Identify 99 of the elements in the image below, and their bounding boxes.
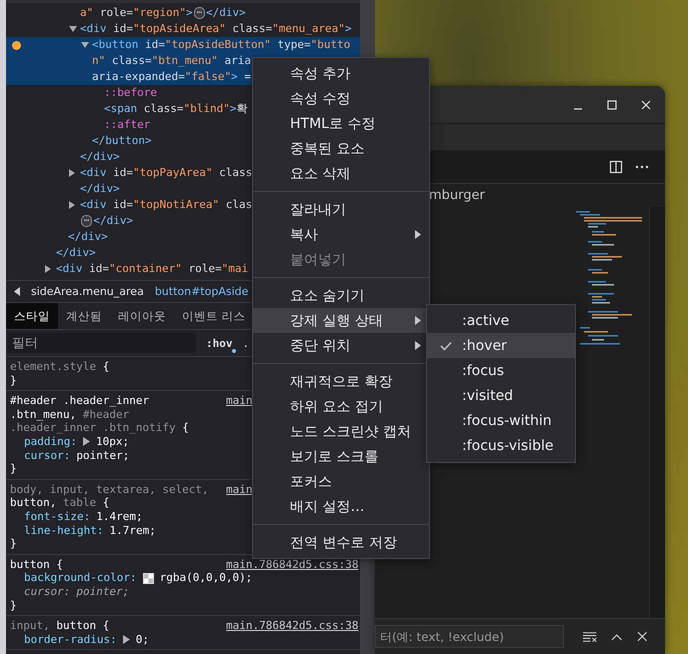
panel-tab[interactable]: 스타일 [6,303,58,329]
css-selector: body, input, textarea, select, [10,482,209,496]
close-icon[interactable] [636,631,647,642]
menu-item[interactable]: 재귀적으로 확장 [253,369,429,394]
menu-item[interactable]: 중단 위치 [253,333,429,358]
property-name: cursor: [24,584,70,598]
css-selector: button, table { [10,496,110,510]
property-value: 10px; [96,434,130,449]
panel-tab[interactable]: 이벤트 리스 [174,303,254,329]
menu-item[interactable]: 노드 스크린샷 캡처 [253,419,429,444]
property-name: line-height: [24,524,104,538]
property-value: 1.7rem; [109,524,156,538]
close-icon[interactable] [640,98,652,110]
tree-row[interactable]: <div id="topAsideArea" class="menu_area"> [6,21,360,37]
menu-item[interactable]: :visited [427,383,575,408]
css-selector: .header_inner .btn_notify { [10,421,189,435]
closing-brace: } [10,537,17,551]
code-line: <div id="container" role="mai [56,261,248,277]
breadcrumb-item[interactable]: sideArea.menu_area [31,285,144,298]
caret-right-icon[interactable] [69,201,75,209]
code-line: n" class="btn_menu" aria [92,53,251,69]
menu-item[interactable]: 보기로 스크롤 [253,444,429,469]
ellipsis-badge[interactable]: ⋯ [81,215,92,227]
code-line: <span class="blind">확 [104,101,248,117]
caret-left-icon[interactable] [14,287,20,296]
css-selector: input, button { [10,619,110,633]
menu-item[interactable]: :focus-within [427,408,575,433]
code-line: </div> [80,181,120,197]
property-value: pointer; [76,584,130,598]
property-value: 1.4rem; [96,510,143,524]
tree-row[interactable]: <button id="topAsideButton" type="butto [6,37,360,53]
code-line: aria-expanded="false"> = [92,69,251,85]
source-link[interactable]: main.786842d5.css:38 [226,558,360,572]
menu-item[interactable]: :focus [427,358,575,383]
submenu-arrow-icon [415,316,421,325]
panel-tab[interactable]: 계산됨 [58,303,110,329]
menu-item[interactable]: 복사 [253,222,429,247]
property-value: pointer; [76,448,130,462]
find-field[interactable]: 터(예: text, !exclude) [375,625,564,648]
menu-item[interactable]: :hover [427,333,575,358]
code-line: a" role="region"> [80,5,193,21]
menu-item[interactable]: 포커스 [253,469,429,494]
code-line: </div> [93,213,134,229]
more-icon[interactable] [635,164,649,168]
menu-item[interactable]: 중복된 요소 [253,136,429,161]
menu-item[interactable]: :active [427,308,575,333]
marker-dot [12,40,20,50]
hover-toggle[interactable]: :hov [206,336,232,350]
ellipsis-badge[interactable]: ⋯ [194,7,206,19]
caret-right-icon[interactable] [122,634,130,644]
css-selector: element.style { [10,360,110,374]
clear-filter-icon[interactable] [582,630,598,642]
closing-brace: } [10,374,17,388]
caret-right-icon[interactable] [69,169,75,177]
caret-right-icon[interactable] [45,265,51,273]
property-name: background-color: [24,571,137,585]
menu-item[interactable]: HTML로 수정 [253,111,429,136]
property-value: 0; [136,632,149,646]
breadcrumb-item[interactable]: button#topAside [154,285,248,298]
property-name: border-radius: [24,632,117,646]
css-selector: #header .header_inner [10,394,150,408]
code-line: <button id="topAsideButton" type="butto [92,37,350,53]
closing-brace: } [10,462,17,476]
code-line: </div> [206,5,246,21]
code-line: <div id="topAsideArea" class="menu_area"> [80,21,352,37]
menu-item[interactable]: 전역 변수로 저장 [253,530,429,555]
menu-item[interactable]: 하위 요소 접기 [253,394,429,419]
split-editor-icon[interactable] [609,160,623,174]
checkmark-icon [440,340,452,350]
submenu-arrow-icon [415,341,421,350]
tree-row[interactable]: a" role="region"> ⋯ </div> [6,5,360,21]
submenu-arrow-icon [415,230,421,239]
chevron-up-icon[interactable] [611,632,623,640]
source-link[interactable]: main.786842d5.css:38 [226,619,360,633]
code-line: <div id="topPayArea" class [80,165,252,181]
breadcrumb-item[interactable]: mburger [429,188,485,203]
closing-brace: } [10,598,17,612]
menu-item[interactable]: :focus-visible [427,433,575,458]
menu-item[interactable]: 배지 설정… [253,494,429,519]
css-selector: button { [10,558,63,572]
property-value: rgba(0,0,0,0); [160,571,252,585]
caret-down-icon[interactable] [69,26,77,32]
maximize-icon[interactable] [606,98,618,110]
code-line: <div id="topNotiArea" clas [80,197,252,213]
property-name: padding: [24,434,77,449]
property-name: font-size: [24,510,90,524]
menu-item[interactable]: 요소 숨기기 [253,283,429,308]
caret-right-icon[interactable] [82,437,90,446]
css-selector: .btn_menu, #header [10,408,130,422]
panel-tab[interactable]: 레이아웃 [110,303,174,329]
property-name: cursor: [24,448,70,462]
class-toggle[interactable]: . [242,336,250,350]
menu-item[interactable]: 강제 실행 상태 [253,308,429,333]
filter-field[interactable]: 필터 [8,333,196,353]
caret-down-icon[interactable] [81,42,89,48]
color-swatch[interactable] [142,572,154,584]
menu-item[interactable]: 잘라내기 [253,197,429,222]
menu-item[interactable]: 속성 수정 [253,86,429,111]
menu-item[interactable]: 요소 삭제 [253,161,429,186]
